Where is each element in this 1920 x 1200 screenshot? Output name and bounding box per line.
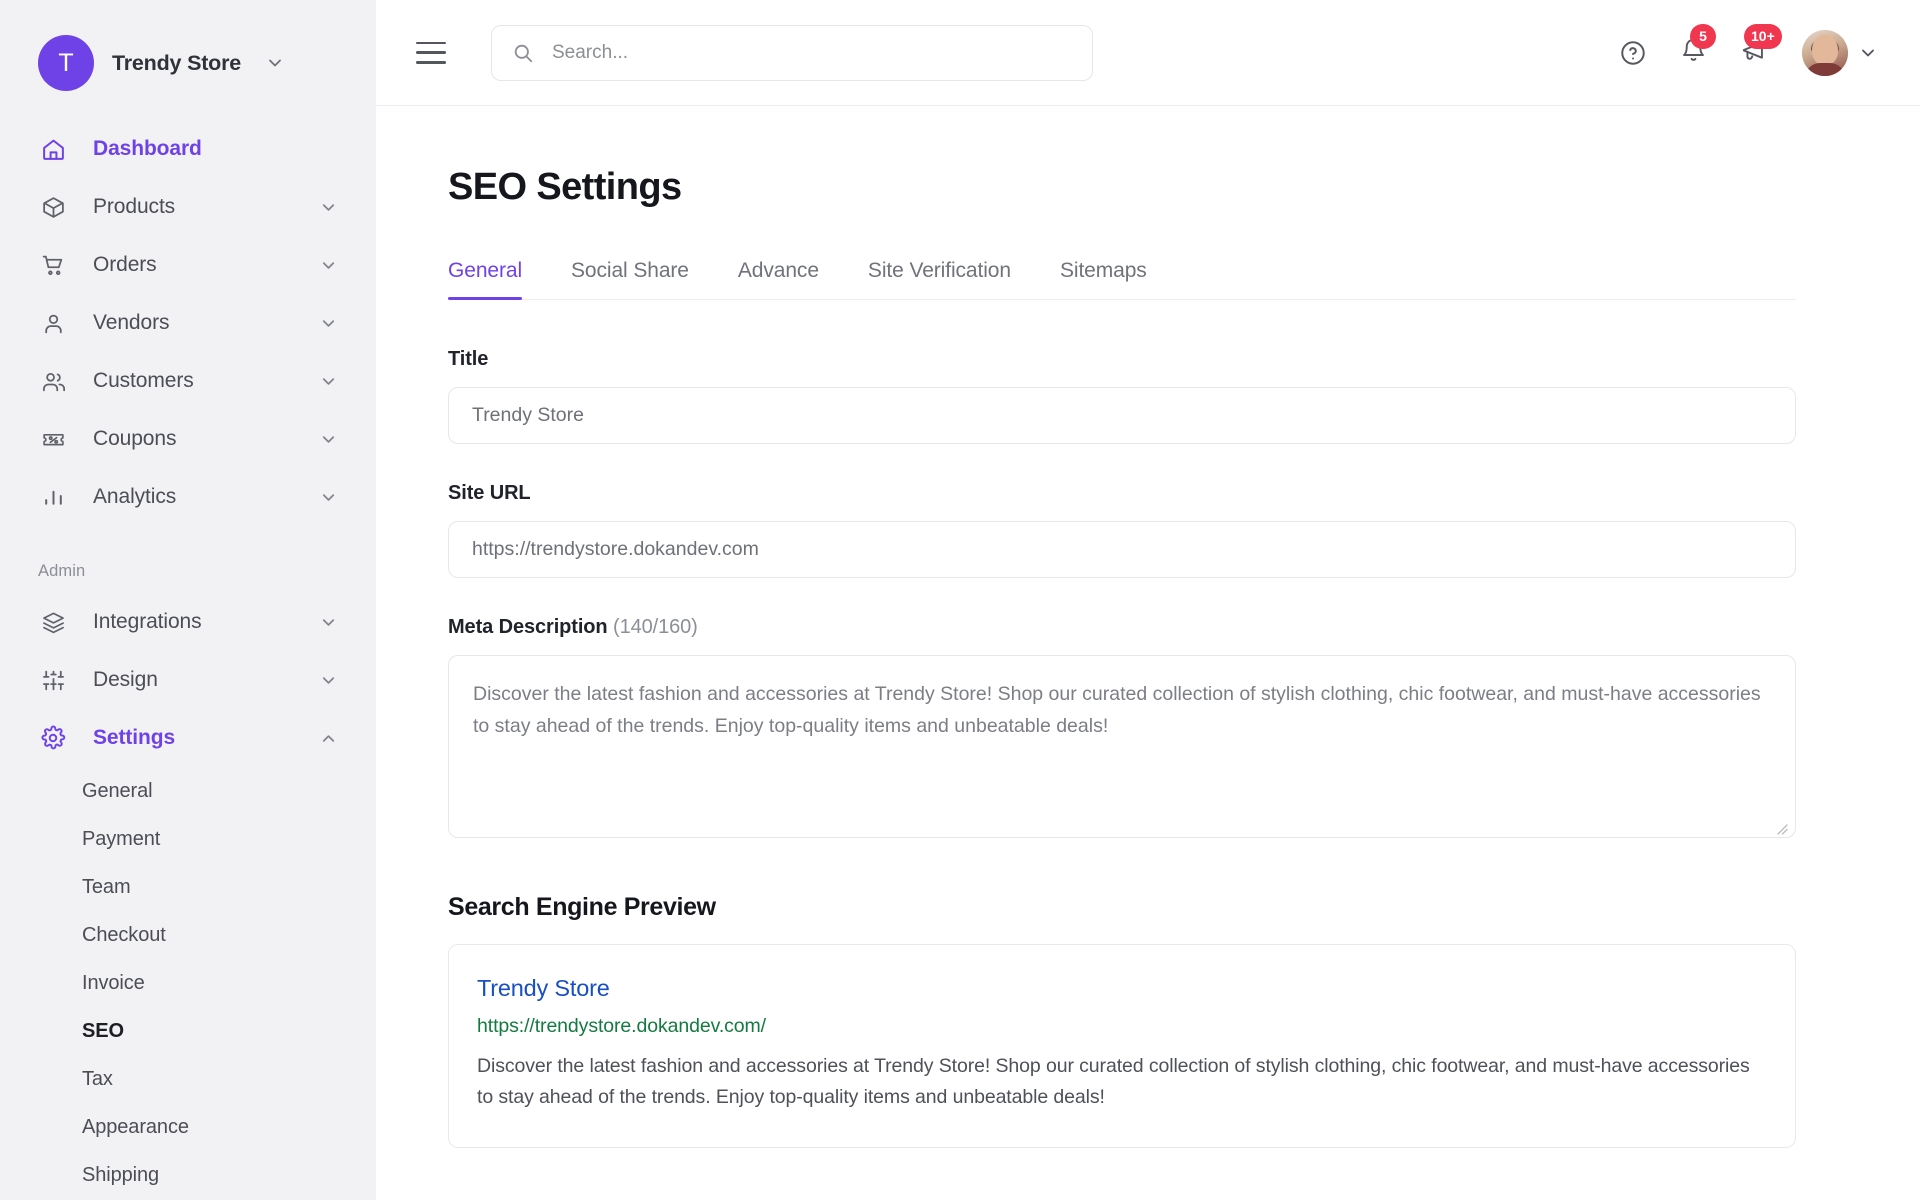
- sidebar-item-label: Vendors: [93, 311, 170, 334]
- users-icon: [38, 366, 68, 396]
- sidebar-item-dashboard[interactable]: Dashboard: [0, 120, 376, 178]
- sidebar-subitem-appearance[interactable]: Appearance: [0, 1103, 376, 1151]
- topbar: 5 10+: [376, 0, 1920, 106]
- preview-url: https://trendystore.dokandev.com/: [477, 1015, 766, 1037]
- sidebar: T Trendy Store Dashboard Products Orders…: [0, 0, 376, 1200]
- title-field-group: Title: [448, 348, 1796, 444]
- sidebar-subitem-general[interactable]: General: [0, 767, 376, 815]
- meta-description-textarea[interactable]: [448, 655, 1796, 838]
- title-input[interactable]: [448, 387, 1796, 444]
- chevron-down-icon[interactable]: [319, 488, 338, 507]
- sidebar-item-label: Dashboard: [93, 137, 202, 160]
- sidebar-item-integrations[interactable]: Integrations: [0, 593, 376, 651]
- site-url-label: Site URL: [448, 482, 531, 504]
- sidebar-item-settings[interactable]: Settings: [0, 709, 376, 767]
- chevron-up-icon[interactable]: [319, 729, 338, 748]
- cart-icon: [38, 250, 68, 280]
- profile-menu[interactable]: [1802, 29, 1878, 76]
- page-title: SEO Settings: [448, 166, 682, 208]
- meta-description-counter: (140/160): [613, 616, 698, 638]
- resize-handle-icon[interactable]: [1772, 819, 1788, 835]
- user-icon: [38, 308, 68, 338]
- preview-description: Discover the latest fashion and accessor…: [477, 1055, 1750, 1108]
- sidebar-item-label: Integrations: [93, 610, 202, 633]
- sidebar-subitem-payment[interactable]: Payment: [0, 815, 376, 863]
- app-root: T Trendy Store Dashboard Products Orders…: [0, 0, 1920, 1200]
- gear-icon: [38, 723, 68, 753]
- search-engine-preview-heading: Search Engine Preview: [448, 893, 716, 921]
- sidebar-subitem-invoice[interactable]: Invoice: [0, 959, 376, 1007]
- chevron-down-icon[interactable]: [319, 613, 338, 632]
- sidebar-item-label: Customers: [93, 369, 194, 392]
- layers-icon: [38, 607, 68, 637]
- announcements-button[interactable]: 10+: [1736, 23, 1782, 70]
- primary-nav: Dashboard Products Orders Vendors Custom…: [0, 96, 376, 1199]
- meta-description-label-text: Meta Description: [448, 616, 608, 638]
- hamburger-icon[interactable]: [416, 41, 446, 64]
- chevron-down-icon[interactable]: [319, 430, 338, 449]
- chevron-down-icon[interactable]: [319, 198, 338, 217]
- sidebar-item-label: Products: [93, 195, 176, 218]
- notifications-badge: 5: [1690, 23, 1716, 49]
- avatar: [1802, 29, 1848, 76]
- chevron-down-icon[interactable]: [319, 372, 338, 391]
- help-circle-icon[interactable]: [1616, 36, 1650, 70]
- store-name: Trendy Store: [112, 50, 242, 75]
- tab-general[interactable]: General: [448, 259, 522, 300]
- sidebar-item-label: Orders: [93, 253, 157, 276]
- search-box[interactable]: [491, 24, 1093, 81]
- chevron-down-icon[interactable]: [319, 671, 338, 690]
- tab-advance[interactable]: Advance: [738, 259, 819, 299]
- tab-bar: General Social Share Advance Site Verifi…: [448, 259, 1796, 300]
- chevron-down-icon[interactable]: [319, 314, 338, 333]
- sidebar-item-coupons[interactable]: Coupons: [0, 410, 376, 468]
- sliders-icon: [38, 665, 68, 695]
- store-switcher[interactable]: T Trendy Store: [0, 0, 376, 96]
- title-label: Title: [448, 348, 489, 370]
- meta-description-label: Meta Description (140/160): [448, 616, 1796, 639]
- tab-sitemaps[interactable]: Sitemaps: [1060, 259, 1147, 299]
- box-icon: [38, 192, 68, 222]
- nav-section-title-admin: Admin: [38, 562, 86, 580]
- preview-title[interactable]: Trendy Store: [477, 975, 1767, 1002]
- sidebar-item-label: Design: [93, 668, 158, 691]
- settings-submenu: General Payment Team Checkout Invoice SE…: [0, 767, 376, 1199]
- home-icon: [38, 134, 68, 164]
- coupon-icon: [38, 424, 68, 454]
- sidebar-item-products[interactable]: Products: [0, 178, 376, 236]
- store-avatar: T: [38, 35, 94, 91]
- main-area: 5 10+: [376, 0, 1920, 1200]
- sidebar-subitem-shipping[interactable]: Shipping: [0, 1151, 376, 1199]
- sidebar-item-design[interactable]: Design: [0, 651, 376, 709]
- search-engine-preview-card: Trendy Store https://trendystore.dokande…: [448, 944, 1796, 1148]
- topbar-actions: 5 10+: [1616, 23, 1878, 76]
- chevron-down-icon[interactable]: [319, 256, 338, 275]
- sidebar-item-vendors[interactable]: Vendors: [0, 294, 376, 352]
- sidebar-item-label: Analytics: [93, 485, 177, 508]
- search-icon: [512, 42, 534, 64]
- page-content: SEO Settings General Social Share Advanc…: [376, 106, 1920, 1200]
- chevron-down-icon: [1858, 43, 1878, 63]
- site-url-input[interactable]: [448, 521, 1796, 578]
- announcements-badge: 10+: [1744, 23, 1782, 49]
- sidebar-subitem-checkout[interactable]: Checkout: [0, 911, 376, 959]
- sidebar-item-label: Settings: [93, 726, 176, 749]
- chevron-down-icon: [265, 53, 285, 73]
- sidebar-item-label: Coupons: [93, 427, 177, 450]
- tab-site-verification[interactable]: Site Verification: [868, 259, 1011, 299]
- site-url-field-group: Site URL: [448, 482, 1796, 578]
- search-input[interactable]: [552, 41, 1072, 64]
- meta-description-field-group: Meta Description (140/160): [448, 616, 1796, 843]
- sidebar-subitem-seo[interactable]: SEO: [0, 1007, 376, 1055]
- tab-social-share[interactable]: Social Share: [571, 259, 689, 299]
- notifications-button[interactable]: 5: [1676, 23, 1716, 70]
- sidebar-subitem-team[interactable]: Team: [0, 863, 376, 911]
- sidebar-item-customers[interactable]: Customers: [0, 352, 376, 410]
- sidebar-item-orders[interactable]: Orders: [0, 236, 376, 294]
- sidebar-item-analytics[interactable]: Analytics: [0, 468, 376, 526]
- sidebar-subitem-tax[interactable]: Tax: [0, 1055, 376, 1103]
- bar-chart-icon: [38, 482, 68, 512]
